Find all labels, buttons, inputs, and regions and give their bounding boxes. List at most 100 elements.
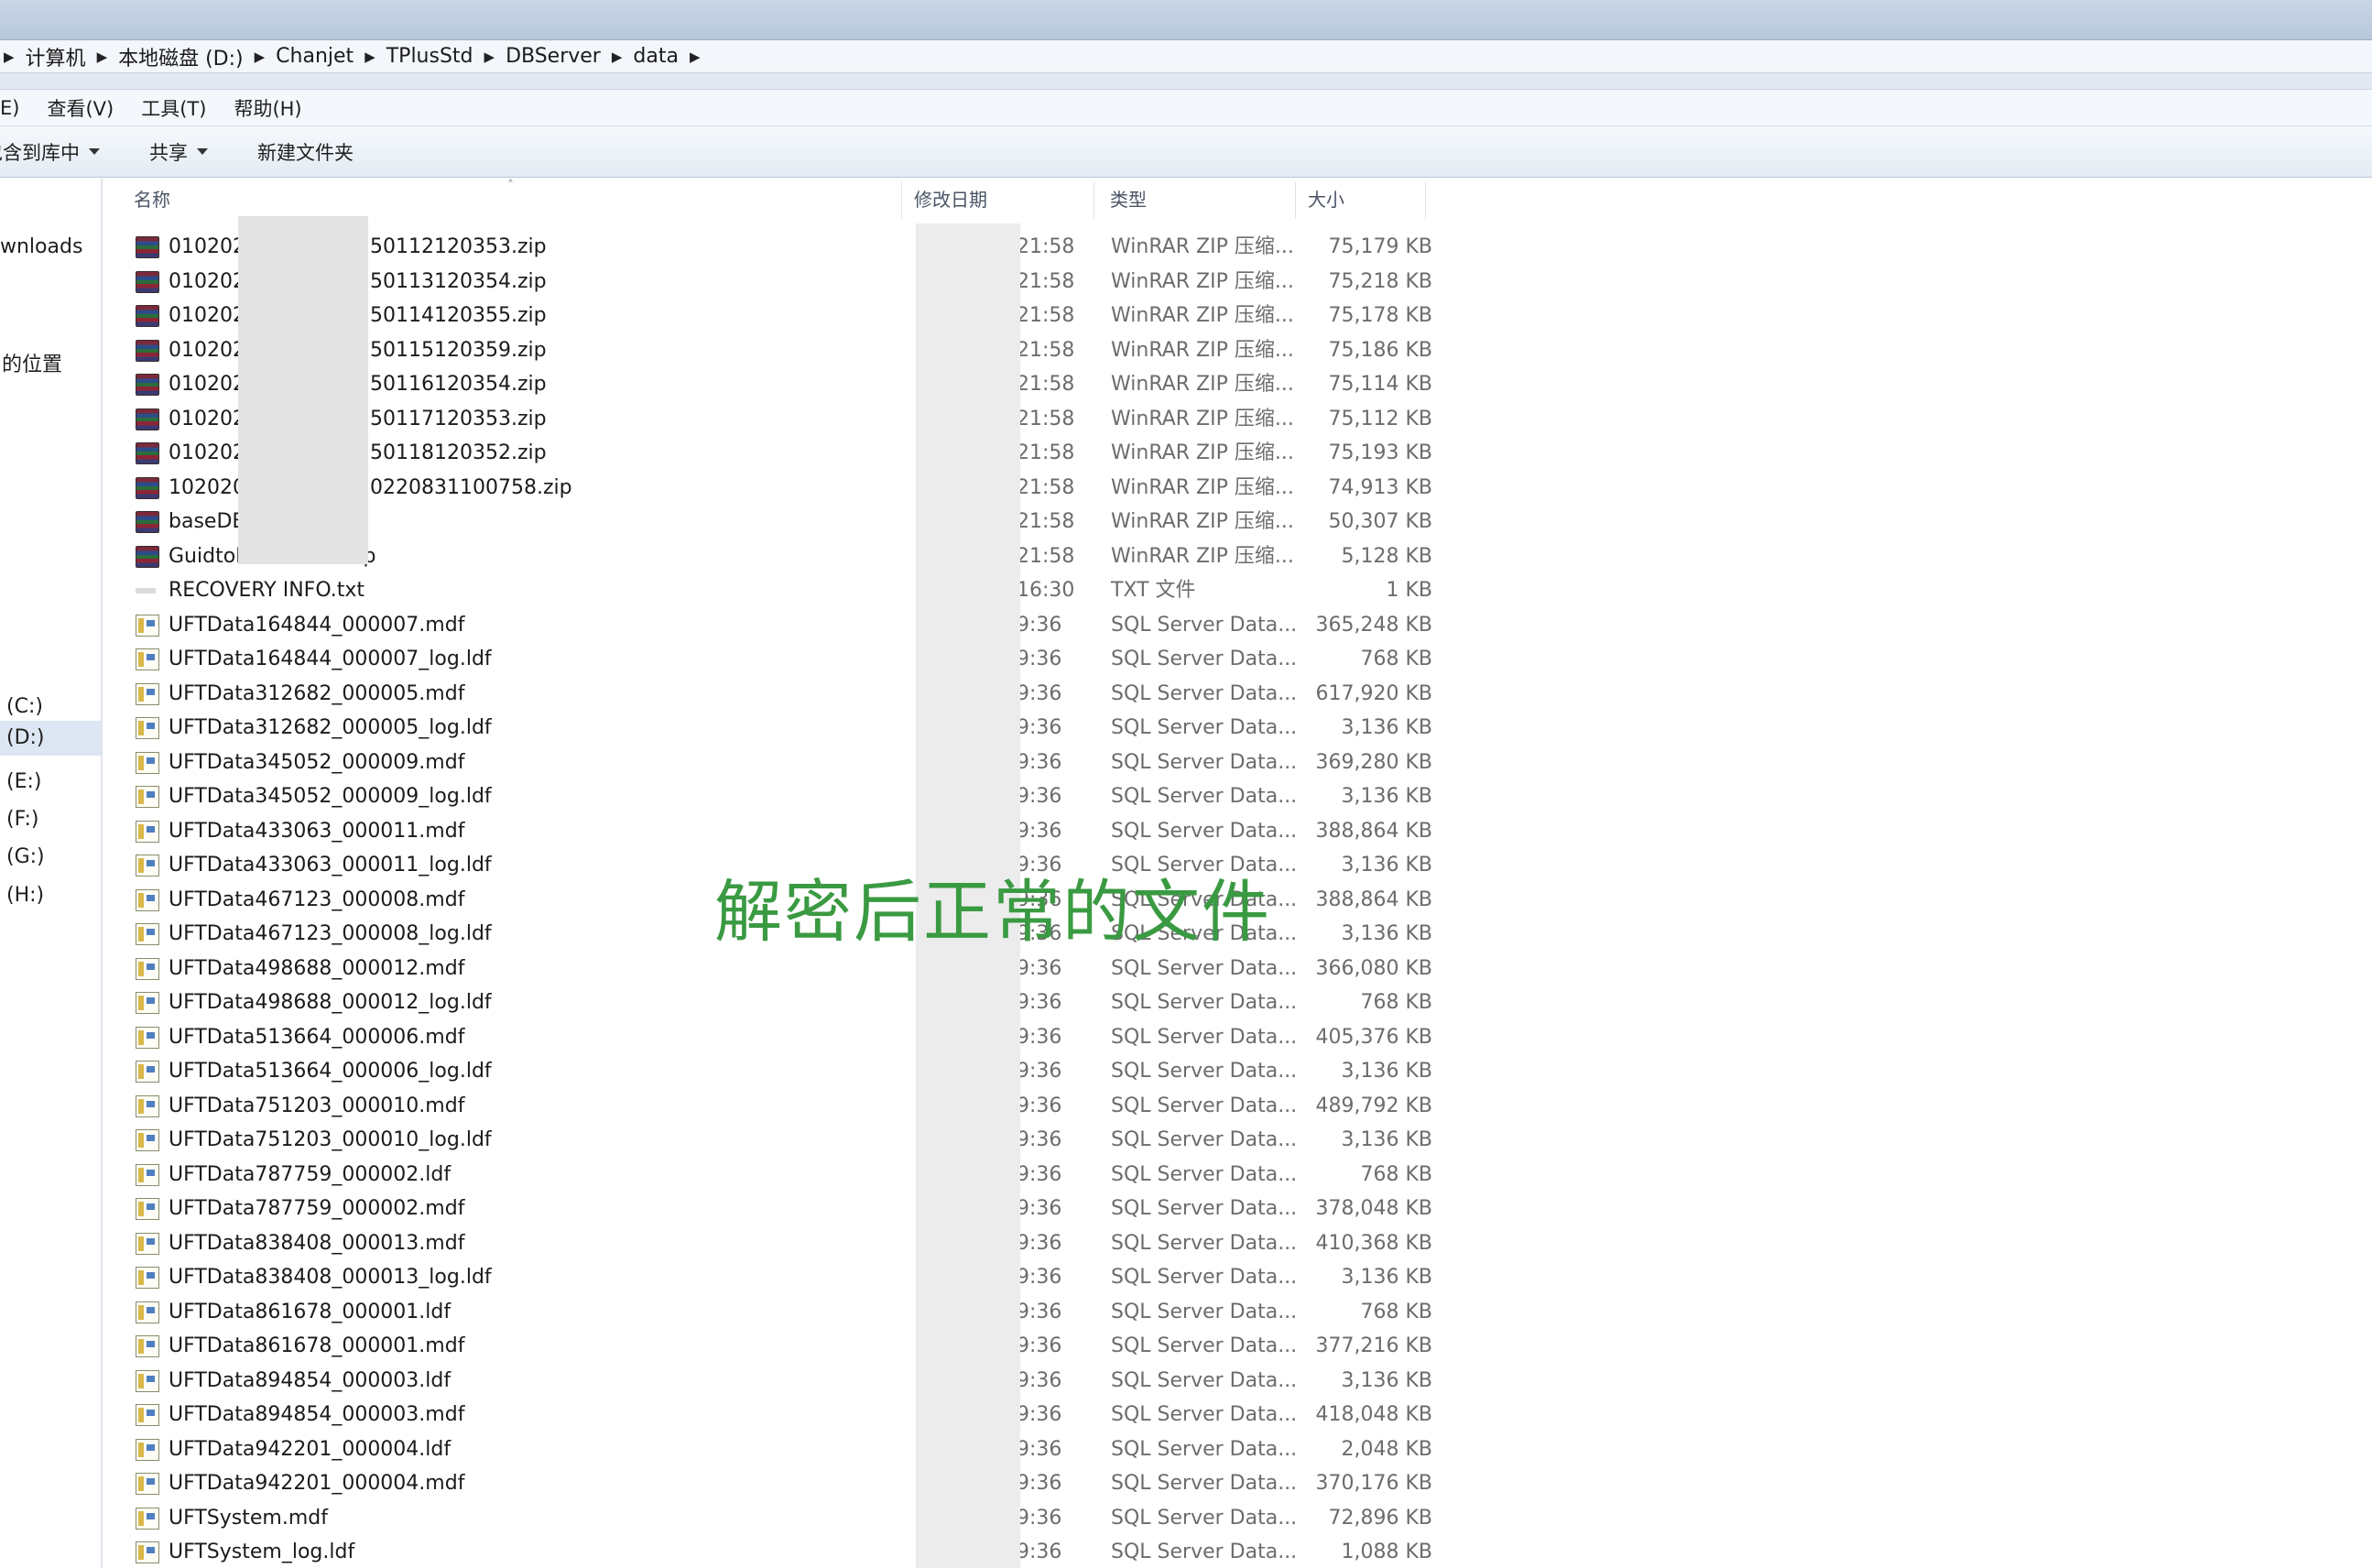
file-name: UFTData838408_000013.mdf [169,1231,465,1255]
file-row[interactable]: UFTData838408_000013_log.ldf2029:36SQL S… [104,1260,1432,1295]
database-file-icon [136,992,159,1014]
file-time: 9:36 [1017,1231,1062,1255]
file-size: 378,048 KB [1315,1197,1433,1220]
file-name: UFTData467123_000008.mdf [169,887,465,911]
file-row[interactable]: UFTData751203_000010.mdf2029:36SQL Serve… [104,1089,1432,1124]
file-row[interactable]: UFTData838408_000013.mdf2029:36SQL Serve… [104,1226,1432,1261]
file-row[interactable]: UFTData861678_000001.mdf2029:36SQL Serve… [104,1329,1432,1364]
breadcrumb-computer[interactable]: 计算机 [26,42,86,71]
file-name: UFTData164844_000007.mdf [169,613,465,637]
file-row[interactable]: UFTData164844_000007_log.ldf2029:36SQL S… [104,642,1432,677]
file-name: UFTData312682_000005.mdf [169,681,465,705]
nav-item-drive-d[interactable]: 盘 (D:) [0,721,101,756]
breadcrumb-chevron-icon[interactable]: ▶ [97,49,108,65]
breadcrumb-tplusstd[interactable]: TPlusStd [386,45,473,68]
file-time: 9:36 [1017,1300,1062,1323]
nav-item-drive-g[interactable]: 盘 (G:) [0,840,45,869]
file-row[interactable]: UFTData513664_000006.mdf2029:36SQL Serve… [104,1020,1432,1055]
file-row[interactable]: UFTData498688_000012.mdf2029:36SQL Serve… [104,952,1432,986]
file-row[interactable]: UFTData345052_000009.mdf2029:36SQL Serve… [104,746,1432,780]
file-name: UFTData345052_000009.mdf [169,750,465,774]
file-row[interactable]: UFTData164844_000007.mdf2029:36SQL Serve… [104,608,1432,643]
file-type: WinRAR ZIP 压缩... [1111,544,1294,568]
file-row[interactable]: UFTData312682_000005_log.ldf2029:36SQL S… [104,711,1432,746]
file-name: UFTData894854_000003.ldf [169,1368,452,1392]
file-size: 388,864 KB [1315,887,1433,911]
column-header-name[interactable]: 名称 [134,179,170,221]
database-file-icon [136,1473,159,1495]
new-folder-button[interactable]: 新建文件夹 [257,138,354,166]
nav-item-drive-h[interactable]: 盘 (H:) [0,878,44,908]
include-in-library-button[interactable]: 包含到库中 [0,138,100,166]
file-row[interactable]: UFTSystem_log.ldf2029:36SQL Server Data.… [104,1535,1432,1568]
file-row[interactable]: UFTData942201_000004.mdf2029:36SQL Serve… [104,1466,1432,1501]
breadcrumb-chevron-icon[interactable]: ▶ [690,49,701,65]
menu-help[interactable]: 帮助(H) [234,94,301,122]
file-row[interactable]: UFTData345052_000009_log.ldf2029:36SQL S… [104,779,1432,814]
breadcrumb-chevron-icon[interactable]: ▶ [365,49,375,65]
file-type: WinRAR ZIP 压缩... [1111,269,1294,293]
breadcrumb-chevron-icon[interactable]: ▶ [612,49,623,65]
column-header-size[interactable]: 大小 [1308,179,1344,221]
file-row[interactable]: UFTData751203_000010_log.ldf2029:36SQL S… [104,1123,1432,1158]
database-file-icon [136,1335,159,1357]
file-row[interactable]: UFTData312682_000005.mdf2029:36SQL Serve… [104,677,1432,712]
file-time: 21:58 [1017,544,1075,568]
menu-edit[interactable]: E) [0,97,19,119]
nav-item-downloads[interactable]: wnloads [0,235,82,258]
file-name: UFTData838408_000013_log.ldf [169,1266,492,1289]
file-name: 010202 [169,441,245,464]
menu-view[interactable]: 查看(V) [47,94,114,122]
file-row[interactable]: UFTData787759_000002.mdf2029:36SQL Serve… [104,1192,1432,1226]
zip-archive-icon [136,374,159,396]
file-name: UFTSystem.mdf [169,1506,328,1530]
file-row[interactable]: UFTData513664_000006_log.ldf2029:36SQL S… [104,1054,1432,1089]
file-name: UFTData345052_000009_log.ldf [169,785,492,808]
file-row[interactable]: UFTSystem.mdf2029:36SQL Server Data...72… [104,1501,1432,1536]
file-time: 9:36 [1017,1128,1062,1151]
nav-item-drive-e[interactable]: 盘 (E:) [0,765,41,794]
file-row[interactable]: UFTData433063_000011.mdf2029:36SQL Serve… [104,814,1432,849]
file-name: 010202 [169,235,245,258]
zip-archive-icon [136,545,159,568]
column-header-date[interactable]: 修改日期 [914,179,987,221]
file-time: 16:30 [1017,579,1075,602]
file-size: 3,136 KB [1341,1128,1433,1151]
file-name-suffix: 50113120354.zip [370,269,547,293]
file-time: 9:36 [1017,1403,1062,1426]
file-name: RECOVERY INFO.txt [169,579,365,602]
breadcrumb-chevron-icon[interactable]: ▶ [484,49,495,65]
file-size: 3,136 KB [1341,1060,1433,1083]
address-bar[interactable]: ▶ 计算机 ▶ 本地磁盘 (D:) ▶ Chanjet ▶ TPlusStd ▶… [0,40,2372,73]
file-row[interactable]: UFTData894854_000003.ldf2029:36SQL Serve… [104,1364,1432,1399]
file-row[interactable]: UFTData787759_000002.ldf2029:36SQL Serve… [104,1158,1432,1192]
file-row[interactable]: UFTData861678_000001.ldf2029:36SQL Serve… [104,1295,1432,1330]
share-button[interactable]: 共享 [149,138,208,166]
menu-tools[interactable]: 工具(T) [141,94,206,122]
file-row[interactable]: UFTData894854_000003.mdf2029:36SQL Serve… [104,1398,1432,1432]
breadcrumb-data[interactable]: data [633,45,679,68]
file-row[interactable]: RECOVERY INFO.txt20216:30TXT 文件1 KB [104,573,1432,608]
file-size: 3,136 KB [1341,922,1433,945]
file-name-suffix: 50117120353.zip [370,407,547,430]
breadcrumb-chanjet[interactable]: Chanjet [276,45,354,68]
file-name: UFTData164844_000007_log.ldf [169,648,492,670]
file-name: UFTData312682_000005_log.ldf [169,716,492,739]
column-divider[interactable] [1295,182,1296,219]
breadcrumb-chevron-icon[interactable]: ▶ [4,49,15,65]
nav-item-drive-c[interactable]: 盘 (C:) [0,690,43,719]
breadcrumb-dbserver[interactable]: DBServer [506,45,601,68]
file-row[interactable]: UFTData498688_000012_log.ldf2029:36SQL S… [104,985,1432,1020]
file-time: 9:36 [1017,819,1062,843]
column-divider[interactable] [901,182,902,219]
breadcrumb-drive-d[interactable]: 本地磁盘 (D:) [118,42,244,71]
file-row[interactable]: UFTData942201_000004.ldf2029:36SQL Serve… [104,1432,1432,1467]
column-header-type[interactable]: 类型 [1110,179,1147,221]
database-file-icon [136,1507,159,1530]
file-size: 768 KB [1360,991,1432,1014]
nav-item-recent-places[interactable]: 问的位置 [0,348,62,377]
column-divider[interactable] [1425,182,1426,219]
nav-item-drive-f[interactable]: 盘 (F:) [0,802,39,832]
breadcrumb-chevron-icon[interactable]: ▶ [255,49,266,65]
file-name: UFTData894854_000003.mdf [169,1403,465,1426]
